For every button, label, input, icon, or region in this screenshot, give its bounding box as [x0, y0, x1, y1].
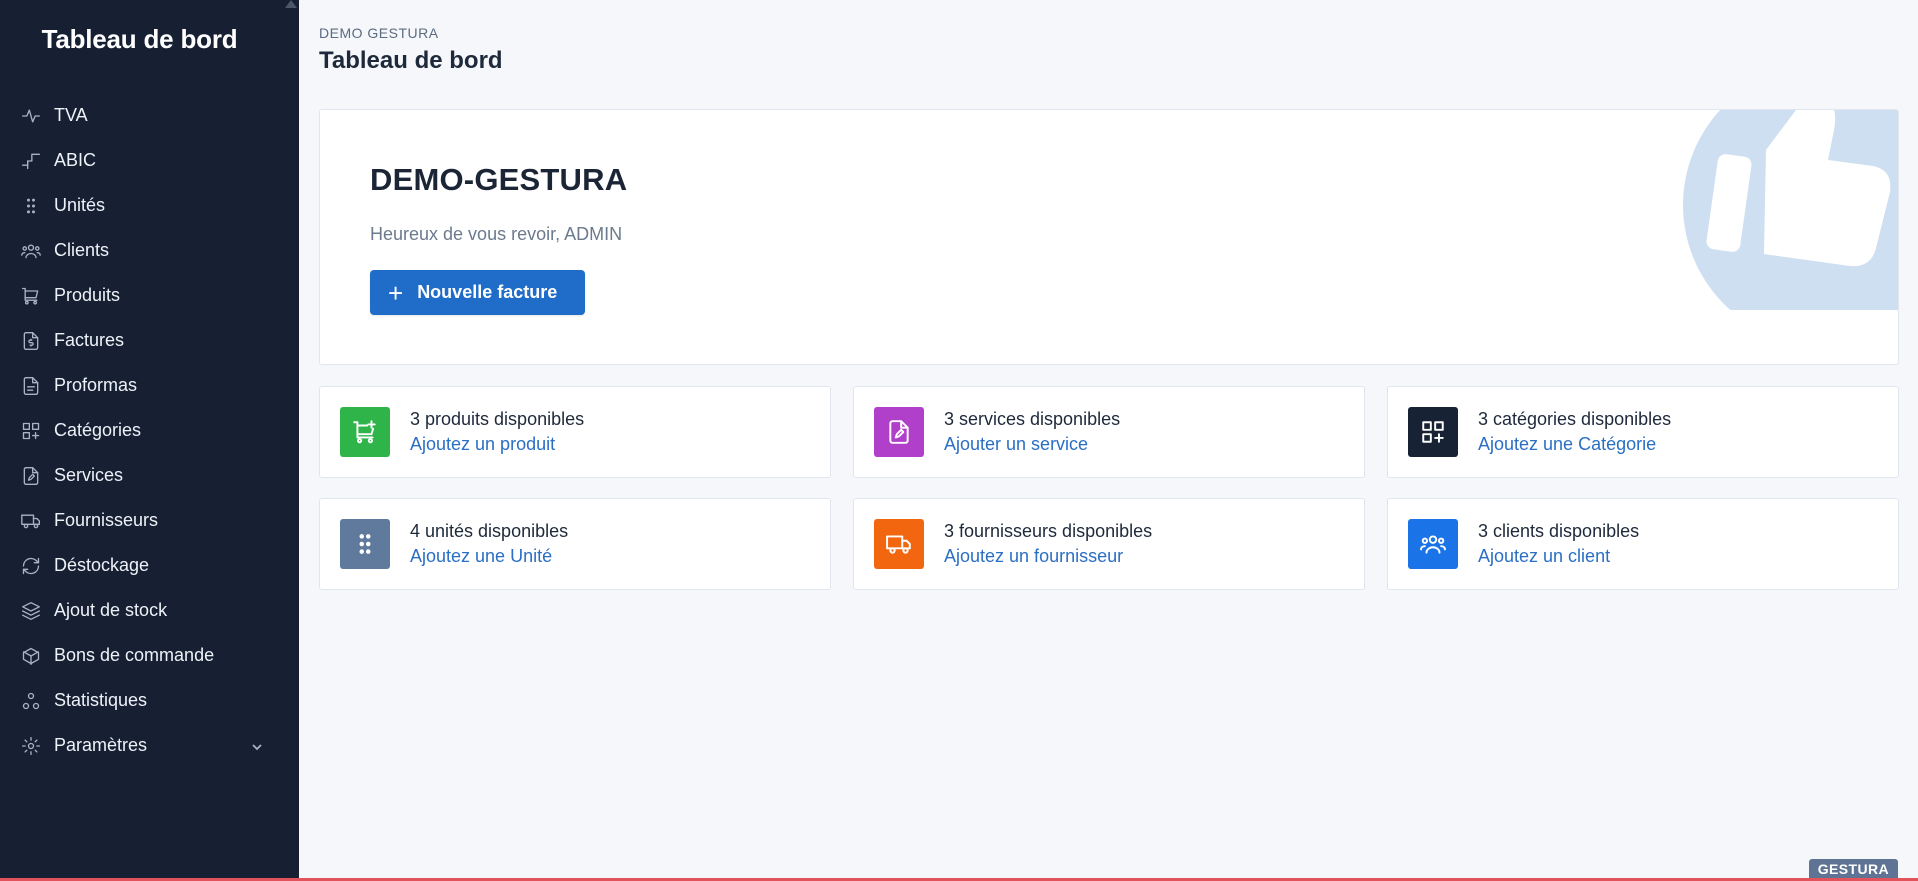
add-supplier-link[interactable]: Ajoutez un fournisseur: [944, 546, 1123, 567]
suppliers-card: 3 fournisseurs disponibles Ajoutez un fo…: [853, 498, 1365, 590]
sidebar-item-abic[interactable]: ABIC: [0, 138, 299, 183]
sidebar-item-label: Statistiques: [54, 690, 148, 710]
add-product-link[interactable]: Ajoutez un produit: [410, 434, 555, 455]
step-chart-icon: [20, 150, 42, 172]
add-service-link[interactable]: Ajouter un service: [944, 434, 1088, 455]
layers-icon: [20, 600, 42, 622]
sidebar-item-label: ABIC: [54, 150, 97, 170]
sidebar-item-fournisseurs[interactable]: Fournisseurs: [0, 498, 299, 543]
sidebar-item-label: Paramètres: [54, 735, 148, 755]
sidebar-item-produits[interactable]: Produits: [0, 273, 299, 318]
thumbs-up-icon: [1683, 110, 1898, 310]
add-category-link[interactable]: Ajoutez une Catégorie: [1478, 434, 1656, 455]
brand-badge: GESTURA: [1808, 859, 1898, 878]
sidebar-nav: TVA ABIC Unités Clients Produits Facture…: [0, 93, 299, 768]
welcome-card: DEMO-GESTURA Heureux de vous revoir, ADM…: [319, 109, 1899, 365]
sidebar-item-services[interactable]: Services: [0, 453, 299, 498]
sidebar-item-label: Fournisseurs: [54, 510, 159, 530]
sidebar-item-factures[interactable]: Factures: [0, 318, 299, 363]
sidebar-item-label: Ajout de stock: [54, 600, 168, 620]
grip-dots-icon: [20, 195, 42, 217]
sidebar-item-statistiques[interactable]: Statistiques: [0, 678, 299, 723]
users-icon: [20, 240, 42, 262]
chevron-down-icon[interactable]: [251, 740, 263, 752]
truck-icon: [874, 519, 924, 569]
grid-plus-icon: [1408, 407, 1458, 457]
sidebar-title[interactable]: Tableau de bord: [0, 24, 279, 55]
units-count: 4 unités disponibles: [410, 521, 569, 541]
sidebar-item-categories[interactable]: Catégories: [0, 408, 299, 453]
sidebar-item-label: Clients: [54, 240, 110, 260]
invoice-icon: [20, 330, 42, 352]
categories-count: 3 catégories disponibles: [1478, 409, 1672, 429]
cart-icon: [20, 285, 42, 307]
sidebar-item-label: Produits: [54, 285, 121, 305]
new-invoice-button-label: Nouvelle facture: [417, 282, 558, 302]
company-name: DEMO-GESTURA: [370, 162, 628, 197]
add-client-link[interactable]: Ajoutez un client: [1478, 546, 1610, 567]
gear-icon: [20, 735, 42, 757]
sidebar-item-clients[interactable]: Clients: [0, 228, 299, 273]
sidebar-item-tva[interactable]: TVA: [0, 93, 299, 138]
sidebar-item-label: Bons de commande: [54, 645, 215, 665]
document-icon: [20, 375, 42, 397]
sidebar-item-proformas[interactable]: Proformas: [0, 363, 299, 408]
refresh-icon: [20, 555, 42, 577]
nodes-icon: [20, 690, 42, 712]
sidebar-item-label: Services: [54, 465, 124, 485]
grip-dots-icon: [340, 519, 390, 569]
units-card: 4 unités disponibles Ajoutez une Unité: [319, 498, 831, 590]
categories-card: 3 catégories disponibles Ajoutez une Cat…: [1387, 386, 1899, 478]
sidebar-item-unites[interactable]: Unités: [0, 183, 299, 228]
package-icon: [20, 645, 42, 667]
cart-plus-icon: [340, 407, 390, 457]
breadcrumb: DEMO GESTURA: [319, 25, 439, 41]
sidebar-item-label: Unités: [54, 195, 106, 215]
add-unit-link[interactable]: Ajoutez une Unité: [410, 546, 552, 567]
users-icon: [1408, 519, 1458, 569]
sidebar: Tableau de bord TVA ABIC Unités Clients: [0, 0, 299, 881]
welcome-message: Heureux de vous revoir, ADMIN: [370, 224, 623, 244]
page-title: Tableau de bord: [319, 47, 503, 74]
suppliers-count: 3 fournisseurs disponibles: [944, 521, 1153, 541]
services-card: 3 services disponibles Ajouter un servic…: [853, 386, 1365, 478]
sidebar-item-label: Catégories: [54, 420, 142, 440]
services-count: 3 services disponibles: [944, 409, 1121, 429]
clients-count: 3 clients disponibles: [1478, 521, 1640, 541]
file-edit-icon: [20, 465, 42, 487]
grid-plus-icon: [20, 420, 42, 442]
sidebar-item-label: Proformas: [54, 375, 138, 395]
new-invoice-button[interactable]: + Nouvelle facture: [370, 270, 585, 315]
sidebar-item-destockage[interactable]: Déstockage: [0, 543, 299, 588]
scroll-up-arrow[interactable]: [285, 0, 297, 8]
products-card: 3 produits disponibles Ajoutez un produi…: [319, 386, 831, 478]
sidebar-item-label: TVA: [54, 105, 88, 125]
products-count: 3 produits disponibles: [410, 409, 585, 429]
activity-icon: [20, 105, 42, 127]
truck-icon: [20, 510, 42, 532]
sidebar-item-label: Factures: [54, 330, 125, 350]
file-edit-icon: [874, 407, 924, 457]
clients-card: 3 clients disponibles Ajoutez un client: [1387, 498, 1899, 590]
sidebar-item-bons-de-commande[interactable]: Bons de commande: [0, 633, 299, 678]
sidebar-item-label: Déstockage: [54, 555, 150, 575]
sidebar-item-parametres[interactable]: Paramètres: [0, 723, 299, 768]
sidebar-item-ajout-de-stock[interactable]: Ajout de stock: [0, 588, 299, 633]
plus-icon: +: [388, 277, 404, 308]
